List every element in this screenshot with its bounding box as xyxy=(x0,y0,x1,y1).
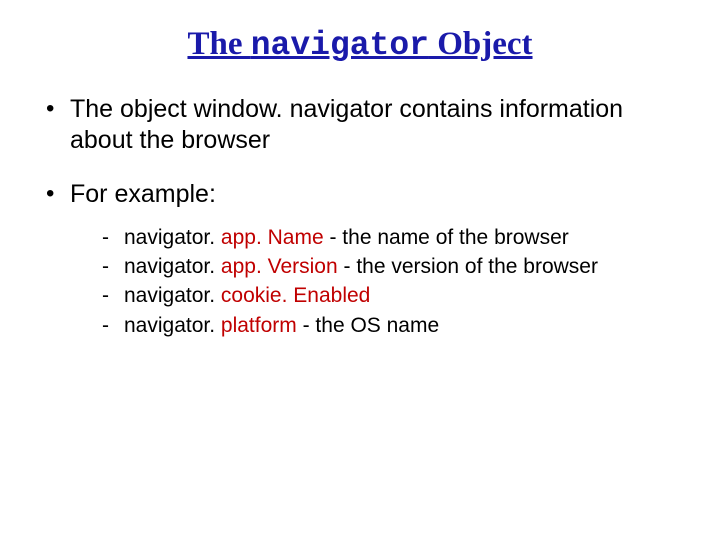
title-prefix: The xyxy=(187,26,250,62)
list-item: navigator. platform - the OS name xyxy=(100,312,690,339)
bullet-item: For example: navigator. app. Name - the … xyxy=(42,179,690,339)
sub-rest: - the name of the browser xyxy=(324,226,569,249)
list-item: navigator. cookie. Enabled xyxy=(100,282,690,309)
sub-rest: - the version of the browser xyxy=(338,255,598,278)
bullet-item: The object window. navigator contains in… xyxy=(42,94,690,157)
bullet-text: The object window. navigator contains in… xyxy=(70,95,623,154)
sub-obj: navigator. xyxy=(124,226,221,249)
sub-list: navigator. app. Name - the name of the b… xyxy=(70,224,690,339)
bullet-list: The object window. navigator contains in… xyxy=(30,94,690,339)
sub-prop: cookie. Enabled xyxy=(221,284,370,307)
sub-prop: platform xyxy=(221,314,297,337)
list-item: navigator. app. Name - the name of the b… xyxy=(100,224,690,251)
slide: The navigator Object The object window. … xyxy=(0,0,720,540)
slide-title: The navigator Object xyxy=(30,26,690,64)
bullet-text: For example: xyxy=(70,180,216,208)
sub-rest: - the OS name xyxy=(297,314,439,337)
sub-obj: navigator. xyxy=(124,255,221,278)
sub-obj: navigator. xyxy=(124,314,221,337)
sub-obj: navigator. xyxy=(124,284,221,307)
sub-prop: app. Name xyxy=(221,226,324,249)
title-code: navigator xyxy=(251,27,429,64)
list-item: navigator. app. Version - the version of… xyxy=(100,253,690,280)
sub-prop: app. Version xyxy=(221,255,338,278)
title-suffix: Object xyxy=(429,26,533,62)
